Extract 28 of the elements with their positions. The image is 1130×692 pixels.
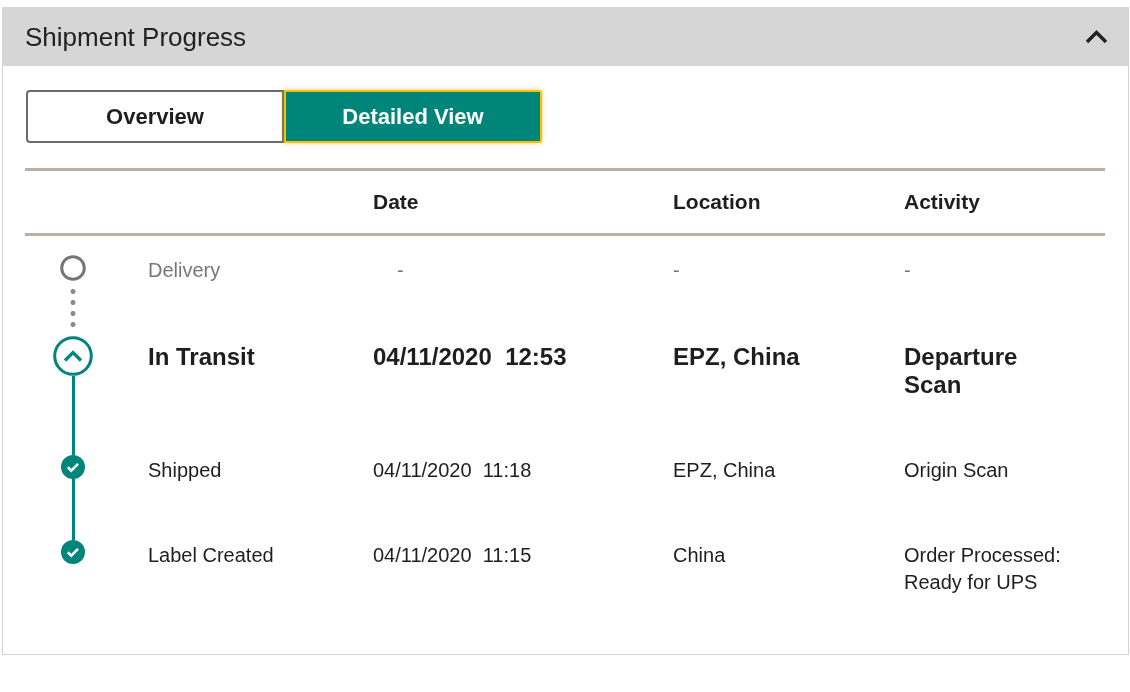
status-label: Label Created — [148, 543, 274, 568]
location-text: EPZ, China — [673, 458, 776, 483]
location-text: - — [673, 258, 680, 283]
view-tab[interactable]: Detailed View — [284, 90, 542, 143]
location-text: China — [673, 543, 726, 568]
activity-text: Departure Scan — [904, 342, 1019, 399]
column-heading: Location — [673, 189, 761, 215]
date-text: 04/11/2020 11:15 — [373, 543, 532, 568]
check-circle-icon — [61, 455, 85, 479]
location-text: EPZ, China — [673, 342, 800, 371]
status-label: Delivery — [148, 258, 221, 283]
date-text: 04/11/2020 11:18 — [373, 458, 532, 483]
date-text: - — [397, 258, 404, 283]
empty-circle-icon — [60, 255, 86, 281]
column-heading: Date — [373, 189, 419, 215]
check-circle-icon — [61, 540, 85, 564]
column-heading: Activity — [904, 189, 980, 215]
status-label: In Transit — [148, 342, 255, 371]
date-text: 04/11/2020 12:53 — [373, 342, 567, 371]
timeline-connector — [71, 479, 75, 540]
chevron-up-icon — [1084, 29, 1108, 44]
view-tab[interactable]: Overview — [26, 90, 284, 143]
panel-title: Shipment Progress — [25, 21, 248, 52]
activity-text: Order Processed: Ready for UPS — [904, 543, 1062, 595]
activity-text: - — [904, 258, 911, 283]
activity-text: Origin Scan — [904, 458, 1009, 483]
status-label: Shipped — [148, 458, 222, 483]
chevron-circle-icon — [53, 336, 93, 376]
